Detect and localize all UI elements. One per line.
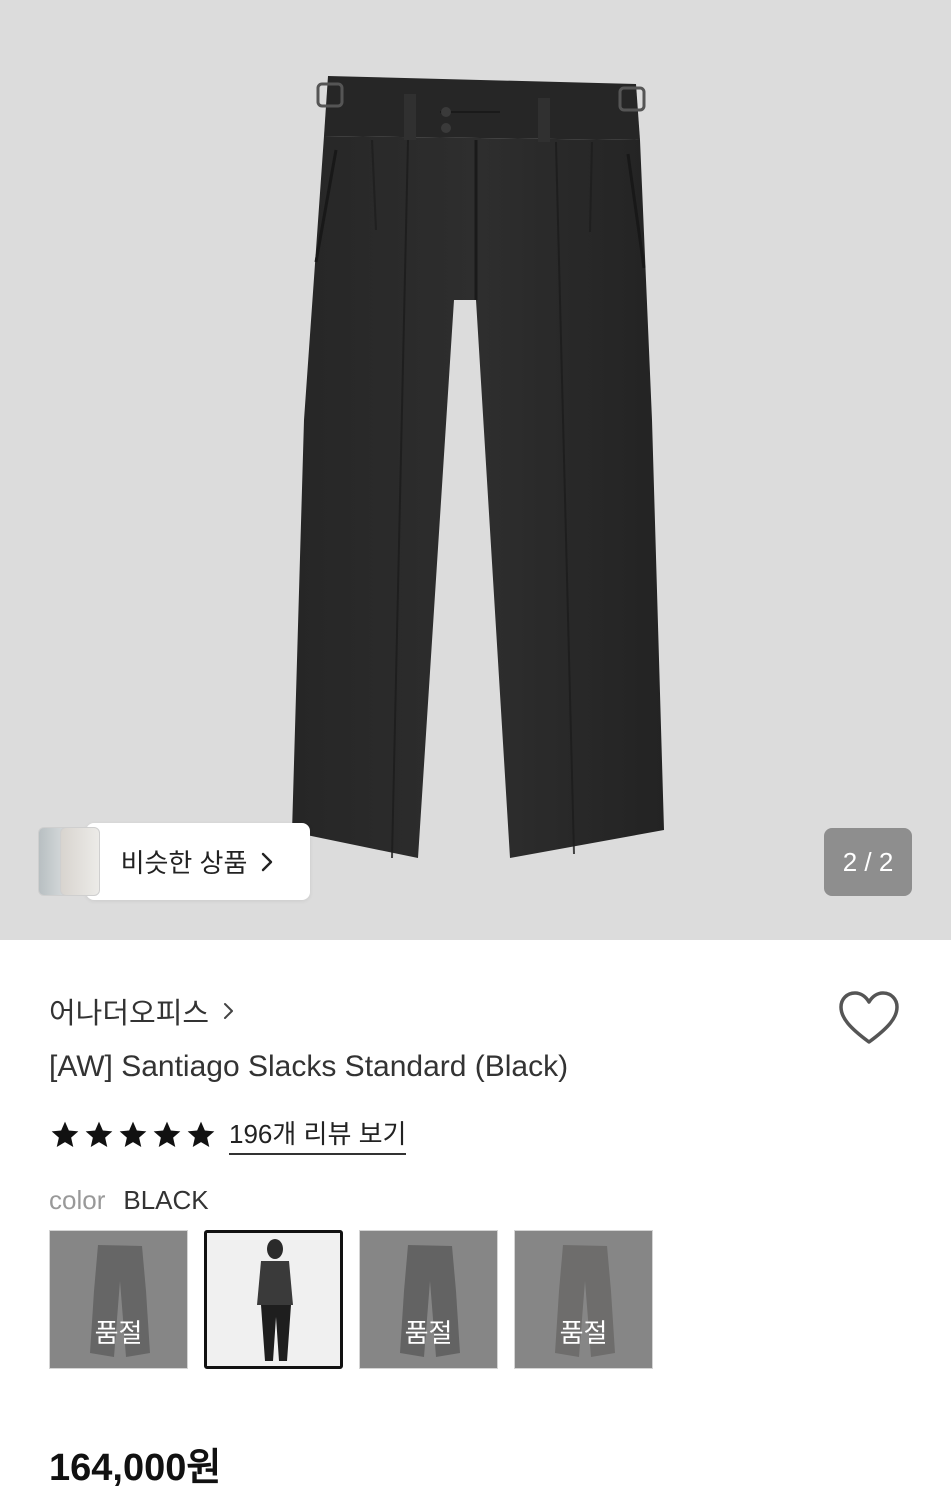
product-image-gallery[interactable]: 비슷한 상품 2 / 2 bbox=[0, 0, 951, 940]
color-swatches: 품절 품절 품절 bbox=[49, 1230, 653, 1369]
star-icon bbox=[119, 1121, 147, 1147]
sold-out-label: 품절 bbox=[559, 1318, 608, 1348]
reviews-link[interactable]: 196개 리뷰 보기 bbox=[229, 1114, 407, 1155]
star-icon bbox=[85, 1121, 113, 1147]
sold-out-overlay: 품절 bbox=[50, 1231, 187, 1368]
wishlist-heart-icon[interactable] bbox=[838, 990, 900, 1046]
sold-out-overlay: 품절 bbox=[515, 1231, 652, 1368]
product-photo-pants bbox=[292, 76, 664, 859]
similar-products-button[interactable]: 비슷한 상품 bbox=[38, 823, 310, 900]
star-icon bbox=[51, 1121, 79, 1147]
star-icon bbox=[153, 1121, 181, 1147]
sold-out-label: 품절 bbox=[94, 1318, 143, 1348]
sold-out-label: 품절 bbox=[404, 1318, 453, 1348]
product-price: 164,000원 bbox=[49, 1447, 222, 1489]
similar-thumbnail bbox=[60, 827, 100, 896]
similar-products-pill[interactable]: 비슷한 상품 bbox=[86, 823, 310, 900]
color-swatch[interactable]: 품절 bbox=[514, 1230, 653, 1369]
image-page-counter: 2 / 2 bbox=[824, 828, 912, 896]
color-label: color bbox=[49, 1185, 106, 1215]
rating-row: 196개 리뷰 보기 bbox=[49, 1114, 407, 1155]
star-icon bbox=[187, 1121, 215, 1147]
rating-stars bbox=[49, 1119, 217, 1151]
brand-link[interactable]: 어나더오피스 bbox=[49, 990, 235, 1032]
color-value: BLACK bbox=[123, 1185, 209, 1215]
product-title: [AW] Santiago Slacks Standard (Black) bbox=[49, 1050, 569, 1083]
brand-name: 어나더오피스 bbox=[49, 998, 210, 1030]
similar-products-label: 비슷한 상품 bbox=[120, 848, 248, 878]
color-swatch[interactable]: 품절 bbox=[359, 1230, 498, 1369]
chevron-right-icon bbox=[262, 852, 273, 871]
sold-out-overlay: 품절 bbox=[360, 1231, 497, 1368]
color-selection-label: color BLACK bbox=[49, 1185, 209, 1216]
swatch-model-thumbnail bbox=[207, 1233, 340, 1366]
color-swatch-selected[interactable] bbox=[204, 1230, 343, 1369]
color-swatch[interactable]: 품절 bbox=[49, 1230, 188, 1369]
chevron-right-icon bbox=[224, 1003, 234, 1019]
similar-thumbnails bbox=[38, 823, 100, 900]
